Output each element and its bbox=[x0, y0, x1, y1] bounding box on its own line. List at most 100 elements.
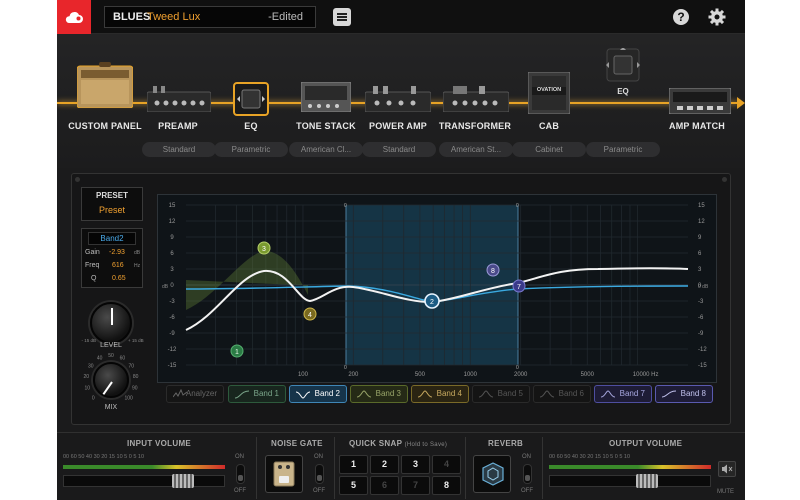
divider bbox=[465, 437, 466, 499]
transformer-block[interactable] bbox=[442, 86, 510, 113]
quick-snap-1-button[interactable]: 1 bbox=[339, 455, 368, 474]
svg-text:7: 7 bbox=[517, 284, 521, 291]
band-node-7[interactable]: 7 bbox=[512, 279, 526, 293]
tab-band-6[interactable]: Band 6 bbox=[533, 385, 591, 403]
noise-gate-button[interactable] bbox=[265, 455, 303, 493]
mix-tick-label: 50 bbox=[108, 353, 114, 359]
input-toggle[interactable] bbox=[236, 464, 245, 484]
noise-gate-toggle[interactable] bbox=[315, 464, 324, 484]
tab-band-7[interactable]: Band 7 bbox=[594, 385, 652, 403]
tab-analyzer[interactable]: Analyzer bbox=[166, 385, 224, 403]
mix-knob[interactable] bbox=[93, 362, 129, 398]
input-meter-ticks: 00 60 50 40 30 20 15 10 5 0 5 10 bbox=[63, 454, 145, 460]
x-tick-label: 1000 bbox=[464, 372, 478, 378]
eq-post-type-pill[interactable]: Parametric bbox=[586, 142, 660, 157]
quick-snap-6-button[interactable]: 6 bbox=[370, 476, 399, 495]
input-volume-handle[interactable] bbox=[172, 474, 194, 488]
y-tick-label: -6 bbox=[169, 315, 175, 321]
tab-band-5[interactable]: Band 5 bbox=[472, 385, 530, 403]
svg-text:4: 4 bbox=[308, 312, 312, 319]
quick-snap-title: QUICK SNAP (Hold to Save) bbox=[349, 439, 447, 448]
chain-label-eq-post: EQ bbox=[617, 87, 629, 96]
gain-label: Gain bbox=[85, 249, 100, 256]
chain-label-amp-match: AMP MATCH bbox=[669, 121, 725, 131]
quick-snap-5-button[interactable]: 5 bbox=[339, 476, 368, 495]
eq-block-post[interactable] bbox=[603, 47, 643, 82]
preset-selector[interactable]: PRESET Preset bbox=[81, 187, 143, 221]
preset-menu-button[interactable] bbox=[333, 8, 351, 26]
x-tick-label: 2000 bbox=[514, 372, 528, 378]
quick-snap-4-button[interactable]: 4 bbox=[432, 455, 461, 474]
band-node-3[interactable]: 3 bbox=[257, 241, 271, 255]
eq-frequency-graph[interactable]: 15 12 9 6 3 0 -3 -6 -9 -12 -15 15 12 9 6 3 0 -3 -6 -9 -12 -1… bbox=[157, 194, 717, 383]
amp-match-block[interactable] bbox=[668, 87, 732, 115]
y-tick-label: -15 bbox=[168, 363, 177, 369]
y-axis-label-left: dB bbox=[162, 284, 169, 290]
reverb-room-icon bbox=[482, 462, 504, 486]
quick-snap-7-button[interactable]: 7 bbox=[401, 476, 430, 495]
output-level-meter bbox=[549, 465, 711, 469]
reverb-off-label: OFF bbox=[521, 488, 533, 494]
mute-button[interactable] bbox=[718, 461, 736, 477]
custom-panel-block[interactable] bbox=[76, 62, 134, 109]
band-node-2-selected[interactable]: 2 bbox=[424, 293, 440, 309]
preamp-block[interactable] bbox=[146, 86, 212, 113]
tab-band-2-selected[interactable]: Band 2 bbox=[289, 385, 347, 403]
mix-tick-label: 90 bbox=[132, 386, 138, 392]
quick-snap-3-button[interactable]: 3 bbox=[401, 455, 430, 474]
x-tick-label: 10000 Hz bbox=[633, 372, 659, 378]
band-node-1[interactable]: 1 bbox=[230, 344, 244, 358]
input-off-label: OFF bbox=[234, 488, 246, 494]
tone-stack-block[interactable] bbox=[300, 81, 352, 113]
settings-gear-icon[interactable] bbox=[707, 7, 727, 27]
q-value[interactable]: 0.65 bbox=[112, 275, 126, 282]
range-marker: 0 bbox=[516, 365, 519, 371]
output-volume-slider[interactable] bbox=[549, 474, 711, 488]
tone-stack-type-pill[interactable]: American Cl... bbox=[289, 142, 363, 157]
band-node-4[interactable]: 4 bbox=[303, 307, 317, 321]
noise-gate-pedal-icon bbox=[273, 461, 295, 487]
band-name[interactable]: Band2 bbox=[88, 232, 136, 245]
quick-snap-8-button[interactable]: 8 bbox=[432, 476, 461, 495]
freq-value[interactable]: 616 bbox=[112, 262, 124, 269]
y-tick-label: -12 bbox=[698, 347, 707, 353]
eq-type-pill[interactable]: Parametric bbox=[214, 142, 288, 157]
svg-text:1: 1 bbox=[235, 349, 239, 356]
cloud-logo-icon[interactable] bbox=[57, 0, 91, 34]
band-parameters: Band2 Gain -2.93 dB Freq 616 Hz Q 0.65 bbox=[81, 228, 143, 288]
gain-value[interactable]: -2.93 bbox=[109, 249, 125, 256]
tab-band-7-label: Band 7 bbox=[619, 389, 645, 398]
tab-band-3[interactable]: Band 3 bbox=[350, 385, 408, 403]
cab-block[interactable]: OVATION bbox=[527, 71, 571, 115]
y-tick-label: 9 bbox=[170, 235, 174, 241]
screw-icon bbox=[75, 177, 80, 182]
preamp-type-pill[interactable]: Standard bbox=[142, 142, 216, 157]
y-tick-label: 6 bbox=[170, 251, 174, 257]
y-axis-label-right: 0 dB bbox=[698, 284, 709, 290]
band-node-8[interactable]: 8 bbox=[486, 263, 500, 277]
output-volume-handle[interactable] bbox=[636, 474, 658, 488]
reverb-on-label: ON bbox=[522, 454, 531, 460]
tab-band-4[interactable]: Band 4 bbox=[411, 385, 469, 403]
cab-type-pill[interactable]: Cabinet bbox=[512, 142, 586, 157]
power-amp-type-pill[interactable]: Standard bbox=[362, 142, 436, 157]
tab-band-8[interactable]: Band 8 bbox=[655, 385, 713, 403]
eq-editor-panel: PRESET Preset Band2 Gain -2.93 dB Freq 6… bbox=[71, 173, 731, 425]
help-button[interactable]: ? bbox=[673, 9, 689, 25]
tab-band-4-label: Band 4 bbox=[436, 389, 462, 398]
preset-category: BLUES bbox=[113, 11, 151, 23]
level-label: LEVEL bbox=[100, 342, 122, 349]
input-volume-slider[interactable] bbox=[63, 474, 225, 488]
reverb-toggle[interactable] bbox=[523, 464, 532, 484]
power-amp-block[interactable] bbox=[364, 86, 432, 113]
y-tick-label: 12 bbox=[698, 219, 705, 225]
tab-band-1[interactable]: Band 1 bbox=[228, 385, 286, 403]
reverb-button[interactable] bbox=[473, 455, 511, 493]
eq-block-selected[interactable] bbox=[233, 82, 269, 116]
quick-snap-2-button[interactable]: 2 bbox=[370, 455, 399, 474]
top-bar: BLUES Tweed Lux -Edited ? bbox=[57, 0, 745, 34]
level-knob[interactable] bbox=[90, 302, 132, 344]
preset-display[interactable]: BLUES Tweed Lux -Edited bbox=[104, 6, 316, 28]
freq-unit: Hz bbox=[134, 263, 141, 269]
transformer-type-pill[interactable]: American St... bbox=[439, 142, 513, 157]
